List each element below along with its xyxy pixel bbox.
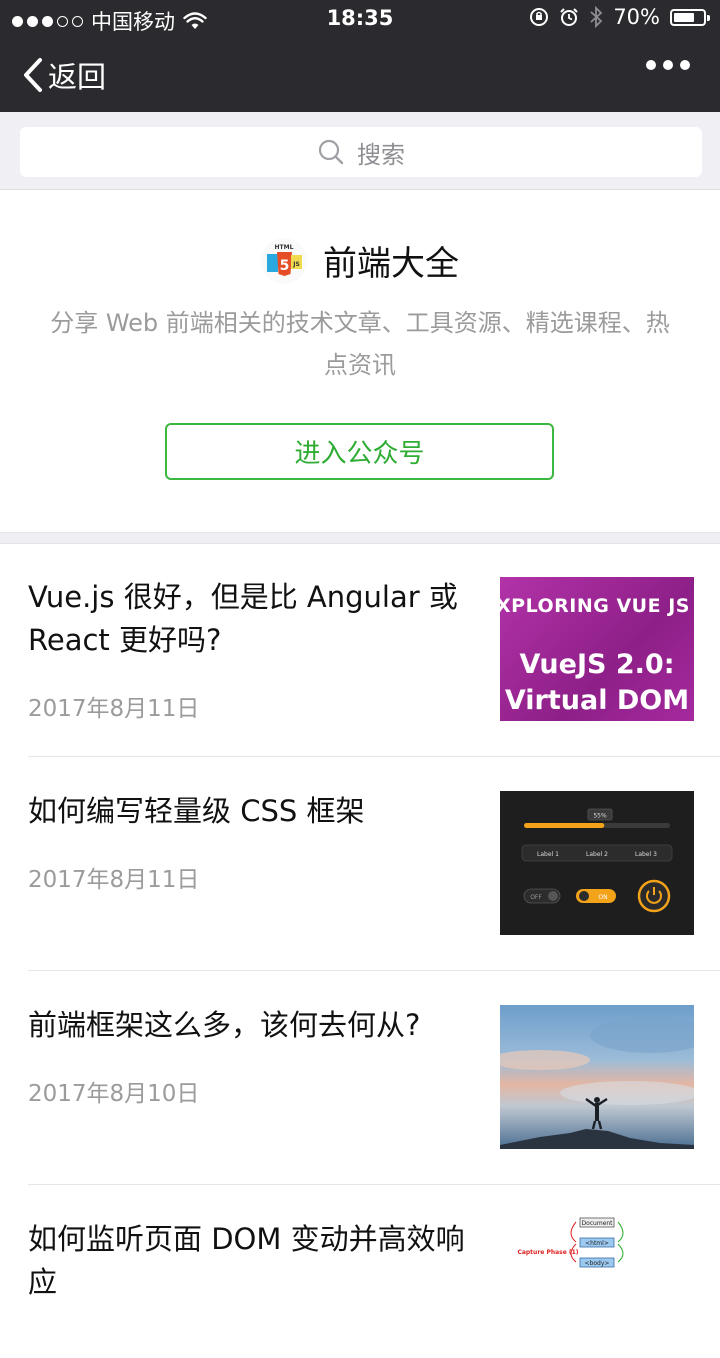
article-title: 如何监听页面 DOM 变动并高效响应 bbox=[28, 1222, 465, 1299]
divider bbox=[28, 970, 720, 971]
segment-label: Label 3 bbox=[635, 851, 657, 858]
diagram-node: <html> bbox=[585, 1240, 609, 1247]
divider bbox=[28, 1184, 720, 1185]
more-dot bbox=[680, 60, 690, 70]
bluetooth-icon bbox=[590, 6, 603, 28]
section-separator bbox=[0, 532, 720, 544]
status-bar: 中国移动 18:35 70% bbox=[0, 0, 720, 38]
account-card: HTML 5 JS 前端大全 分享 Web 前端相关的技术文章、工具资源、精选课… bbox=[0, 190, 720, 532]
article-date: 2017年8月11日 bbox=[28, 867, 200, 893]
article-date: 2017年8月10日 bbox=[28, 1081, 200, 1107]
thumb-text: XPLORING VUE JS bbox=[500, 595, 690, 617]
article-thumbnail bbox=[500, 1005, 694, 1149]
article-item[interactable]: 如何编写轻量级 CSS 框架 2017年8月11日 55% Label 1 La… bbox=[0, 758, 720, 972]
search-placeholder: 搜索 bbox=[357, 140, 405, 169]
toggle-on-label: ON bbox=[598, 894, 607, 901]
battery-icon bbox=[670, 8, 710, 26]
svg-text:HTML: HTML bbox=[275, 244, 294, 251]
divider bbox=[28, 756, 720, 757]
search-icon bbox=[318, 139, 344, 165]
search-input[interactable]: 搜索 bbox=[20, 127, 702, 177]
enter-account-button[interactable]: 进入公众号 bbox=[165, 423, 554, 480]
diagram-node: Document bbox=[581, 1220, 613, 1227]
svg-text:5: 5 bbox=[280, 258, 290, 274]
article-date: 2017年8月11日 bbox=[28, 696, 200, 722]
alarm-icon bbox=[560, 8, 579, 26]
article-title: 前端框架这么多，该何去何从? bbox=[28, 1008, 421, 1042]
article-thumbnail: Document <html> <body> Capture Phase (1) bbox=[500, 1214, 694, 1358]
segment-label: Label 2 bbox=[586, 851, 608, 858]
more-dot bbox=[646, 60, 656, 70]
article-item[interactable]: 前端框架这么多，该何去何从? 2017年8月10日 bbox=[0, 972, 720, 1186]
account-name: 前端大全 bbox=[323, 244, 459, 284]
progress-fill bbox=[524, 823, 605, 828]
ui-kit-illustration: 55% Label 1 Label 2 Label 3 OFF ON bbox=[521, 808, 673, 913]
article-item[interactable]: Vue.js 很好，但是比 Angular 或 React 更好吗? 2017年… bbox=[0, 544, 720, 758]
article-item[interactable]: 如何监听页面 DOM 变动并高效响应 Document <html> <body… bbox=[0, 1186, 720, 1358]
status-right: 70% bbox=[529, 5, 710, 29]
account-description: 分享 Web 前端相关的技术文章、工具资源、精选课程、热点资讯 bbox=[50, 309, 670, 379]
mountain-photo bbox=[500, 1017, 694, 1149]
top-bar: 中国移动 18:35 70% 返回 bbox=[0, 0, 720, 112]
more-dots-icon[interactable] bbox=[646, 60, 690, 70]
article-thumbnail: XPLORING VUE JS VueJS 2.0: Virtual DOM bbox=[500, 577, 694, 721]
chevron-left-icon bbox=[24, 58, 42, 92]
progress-percent: 55% bbox=[593, 813, 607, 820]
diagram-caption: Capture Phase (1) bbox=[517, 1249, 578, 1256]
account-logo: HTML 5 JS bbox=[261, 237, 307, 284]
toggle-off-label: OFF bbox=[530, 894, 542, 901]
rotation-lock-icon bbox=[530, 8, 549, 26]
article-title: 如何编写轻量级 CSS 框架 bbox=[28, 794, 365, 828]
back-label: 返回 bbox=[48, 60, 107, 94]
svg-text:JS: JS bbox=[292, 261, 300, 268]
article-thumbnail: 55% Label 1 Label 2 Label 3 OFF ON bbox=[500, 791, 694, 935]
html5-logo-icon: HTML 5 JS bbox=[267, 244, 302, 276]
battery-level bbox=[674, 12, 694, 22]
article-title: Vue.js 很好，但是比 Angular 或 React 更好吗? bbox=[28, 580, 458, 657]
nav-bar: 返回 bbox=[0, 38, 720, 112]
battery-percent: 70% bbox=[613, 5, 660, 29]
thumb-text: Virtual DOM bbox=[504, 685, 690, 716]
search-bar: 搜索 bbox=[0, 112, 720, 190]
dom-event-diagram: Document <html> <body> Capture Phase (1) bbox=[517, 1217, 624, 1268]
segment-label: Label 1 bbox=[537, 851, 559, 858]
account-header: HTML 5 JS 前端大全 bbox=[0, 236, 720, 285]
thumb-text: VueJS 2.0: bbox=[519, 649, 675, 680]
diagram-node: <body> bbox=[585, 1260, 610, 1267]
more-dot bbox=[663, 60, 673, 70]
back-button[interactable]: 返回 bbox=[22, 54, 106, 96]
